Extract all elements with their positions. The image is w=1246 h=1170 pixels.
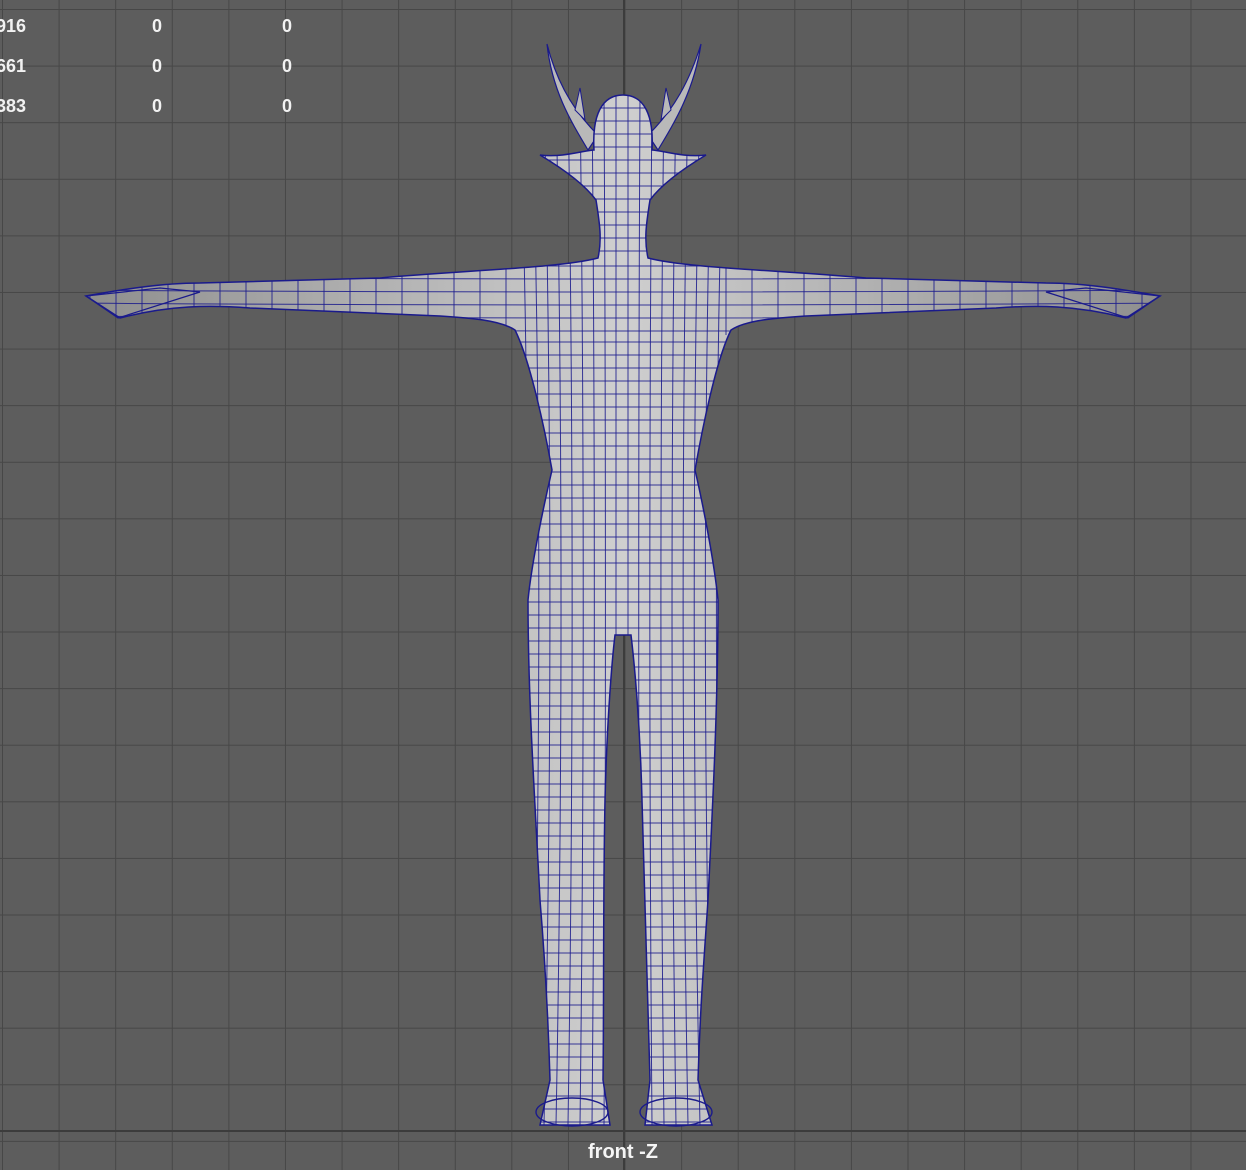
wire-edge-loop [86,653,1160,656]
wire-edge-loop [86,679,1160,682]
hud-value: 0 [152,16,163,36]
wire-edge-loop [86,744,1160,747]
wire-edge-loop [86,913,1160,916]
wire-edge-ring [615,95,618,1125]
wire-edge-loop [86,926,1160,929]
wire-edge-loop [86,783,1160,786]
wire-edge-loop [86,991,1160,994]
wire-edge-loop [86,1043,1160,1046]
wire-edge-loop [86,1017,1160,1020]
wire-edge-loop [86,822,1160,825]
wire-edge-loop [86,1095,1160,1098]
wire-edge-loop [86,1069,1160,1072]
wire-edge-loop [86,887,1160,890]
wire-edge-loop [86,861,1160,864]
wire-edge-loop [86,666,1160,669]
hud-value: 0 [152,96,163,116]
wire-edge-ring [519,95,529,1125]
wire-edge-loop [86,900,1160,903]
hud-value: 0 [282,16,293,36]
wire-edge-loop [86,1108,1160,1111]
wire-edge-loop [86,1056,1160,1059]
wire-edge-loop [86,640,1160,643]
wire-edge-loop [86,1004,1160,1007]
wire-edge-loop [86,757,1160,760]
wire-edge-loop [86,1121,1160,1124]
hud-value: 383 [0,96,27,116]
wire-edge-loop [86,965,1160,968]
wire-edge-loop [86,952,1160,955]
wire-edge-loop [86,809,1160,812]
wire-edge-loop [86,939,1160,942]
hud-value: 661 [0,56,27,76]
wire-edge-loop [86,835,1160,838]
hud-value: 0 [152,56,163,76]
wire-edge-loop [86,705,1160,708]
viewport-front[interactable]: 916 0 0 661 0 0 383 0 0 front -Z [0,0,1246,1170]
wire-edge-loop [86,874,1160,877]
wire-edge-loop [86,718,1160,721]
wire-edge-loop [86,1082,1160,1085]
wire-edge-loop [86,770,1160,773]
wire-edge-loop [86,731,1160,734]
hud-value: 916 [0,16,27,36]
wire-edge-loop [86,796,1160,799]
hud-value: 0 [282,96,293,116]
wire-edge-loop [86,1030,1160,1033]
wire-edge-loop [86,848,1160,851]
hud-value: 0 [282,56,293,76]
camera-label: front -Z [588,1141,658,1163]
wire-edge-loop [86,692,1160,695]
wire-edge-loop [86,978,1160,981]
character-mesh-icon[interactable] [0,0,1246,1170]
